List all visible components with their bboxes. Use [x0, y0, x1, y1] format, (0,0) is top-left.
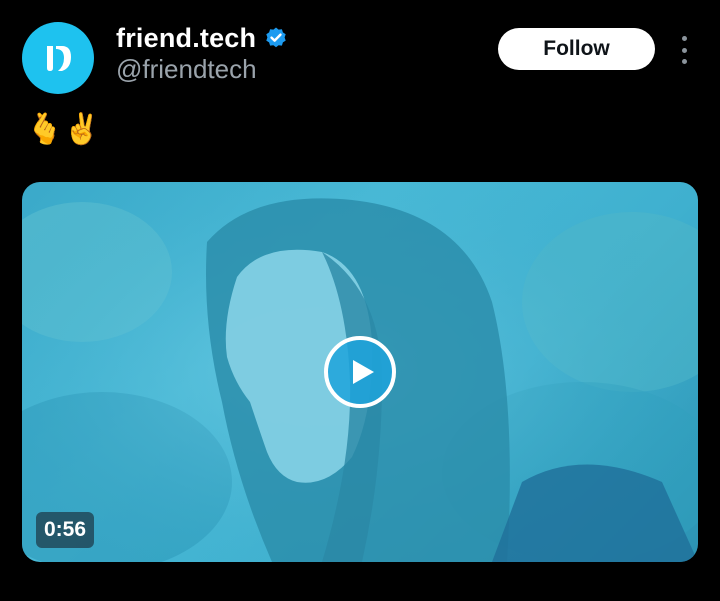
author-handle[interactable]: @friendtech [116, 54, 257, 85]
author-name-row: friend.tech [116, 20, 288, 56]
more-dot [681, 36, 687, 41]
more-vertical-icon[interactable] [676, 36, 692, 64]
verified-badge-icon [266, 27, 286, 48]
author-display-name[interactable]: friend.tech [116, 23, 256, 54]
play-icon [353, 360, 374, 384]
follow-button[interactable]: Follow [498, 28, 655, 70]
play-button[interactable] [324, 336, 396, 408]
more-dot [681, 47, 687, 53]
tweet-text: 🫰✌️ [26, 112, 101, 147]
video-player[interactable]: 0:56 [22, 182, 698, 562]
more-dot [681, 59, 687, 64]
video-duration-badge: 0:56 [36, 512, 95, 548]
friendtech-logo-icon [47, 46, 71, 71]
avatar[interactable] [22, 22, 94, 94]
